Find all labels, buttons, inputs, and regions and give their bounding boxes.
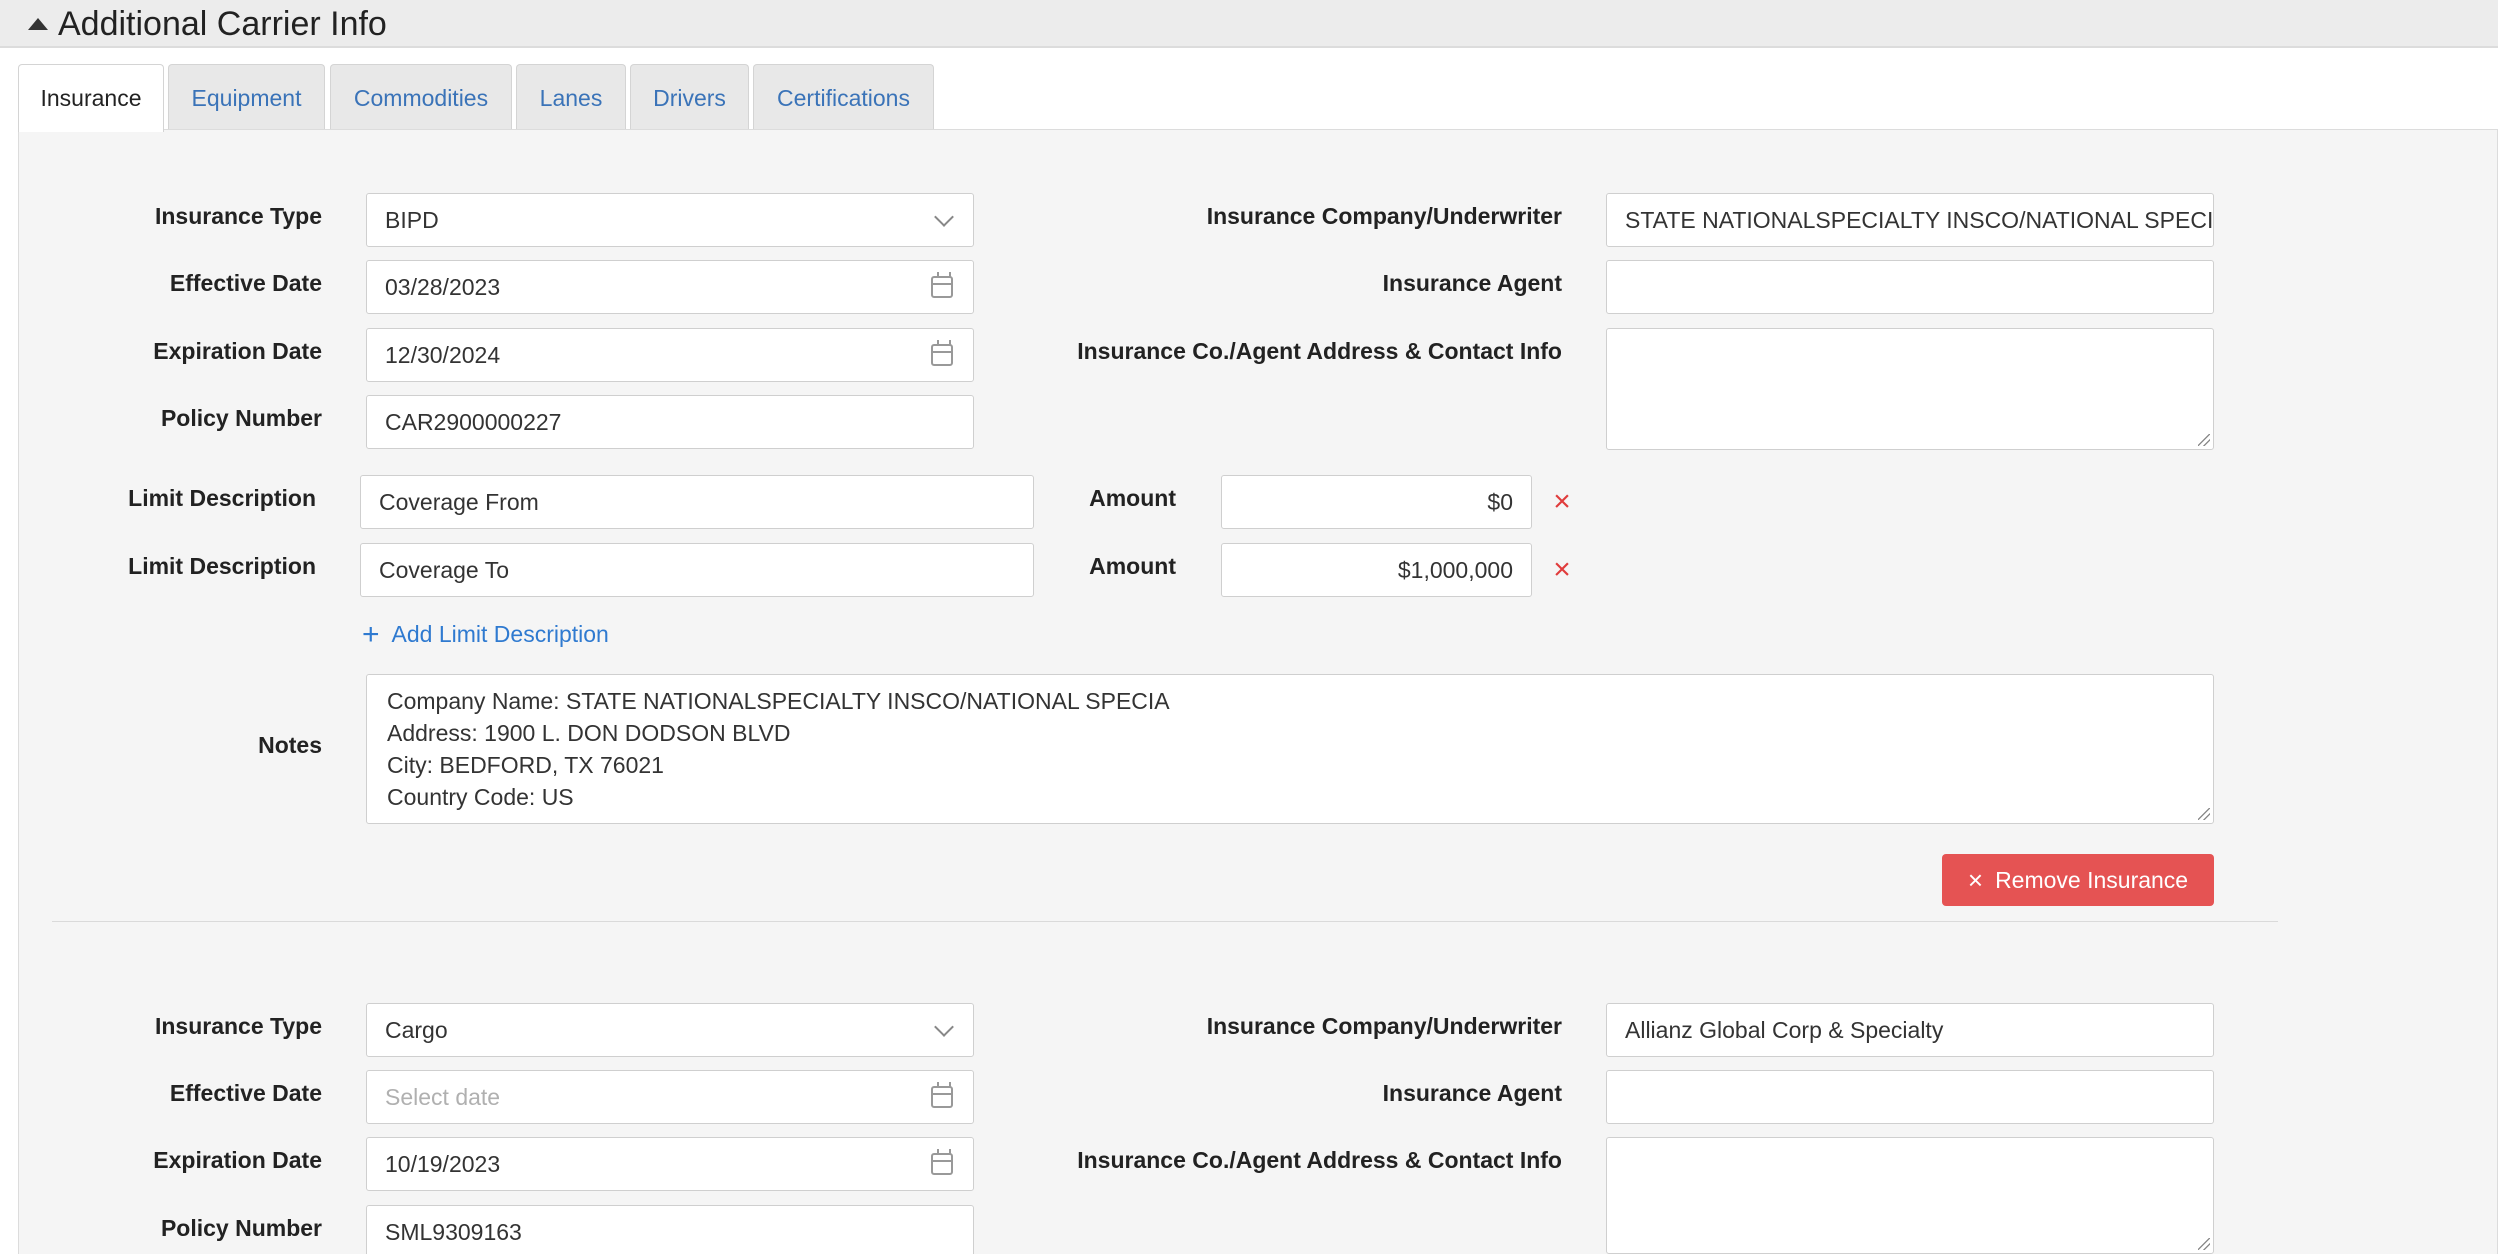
address-label: Insurance Co./Agent Address & Contact In… (1077, 338, 1562, 364)
address-textarea[interactable] (1606, 1137, 2214, 1254)
notes-label: Notes (258, 732, 322, 758)
tab-equipment[interactable]: Equipment (168, 64, 325, 130)
amount-input[interactable]: $0 (1221, 475, 1532, 529)
close-icon: × (1967, 865, 1984, 895)
limit-description-input[interactable]: Coverage From (360, 475, 1034, 529)
agent-label: Insurance Agent (1382, 1080, 1562, 1106)
remove-limit-icon[interactable]: × (1550, 555, 1574, 585)
company-label: Insurance Company/Underwriter (1206, 1013, 1562, 1039)
expiration-date-label: Expiration Date (153, 338, 322, 364)
tab-lanes[interactable]: Lanes (516, 64, 626, 130)
section-title: Additional Carrier Info (58, 5, 387, 43)
effective-date-input[interactable]: Select date (366, 1070, 974, 1124)
expiration-date-value: 10/19/2023 (385, 1151, 501, 1177)
plus-icon: + (362, 618, 380, 651)
address-textarea[interactable] (1606, 328, 2214, 450)
effective-date-placeholder: Select date (385, 1084, 501, 1110)
insurance-type-select[interactable]: Cargo (366, 1003, 974, 1057)
notes-line: City: BEDFORD, TX 76021 (387, 752, 664, 778)
effective-date-label: Effective Date (169, 270, 322, 296)
effective-date-value: 03/28/2023 (385, 274, 501, 300)
policy-number-input[interactable]: SML9309163 (366, 1205, 974, 1254)
expiration-date-input[interactable]: 10/19/2023 (366, 1137, 974, 1191)
limit-description-label: Limit Description (128, 553, 316, 579)
resize-handle-icon[interactable] (2198, 808, 2210, 820)
expiration-date-input[interactable]: 12/30/2024 (366, 328, 974, 382)
calendar-icon[interactable] (931, 1082, 953, 1108)
resize-handle-icon[interactable] (2198, 1238, 2210, 1250)
notes-line: Country Code: US (387, 784, 574, 810)
insurance-type-label: Insurance Type (154, 203, 322, 229)
limit-description-input[interactable]: Coverage To (360, 543, 1034, 597)
policy-number-label: Policy Number (160, 405, 322, 431)
calendar-icon[interactable] (931, 1149, 953, 1175)
collapse-caret-icon[interactable] (28, 18, 48, 30)
amount-input[interactable]: $1,000,000 (1221, 543, 1532, 597)
policy-number-input[interactable]: CAR2900000227 (366, 395, 974, 449)
company-label: Insurance Company/Underwriter (1206, 203, 1562, 229)
section-header[interactable]: Additional Carrier Info (0, 0, 2498, 48)
expiration-date-value: 12/30/2024 (385, 342, 501, 368)
address-label: Insurance Co./Agent Address & Contact In… (1077, 1147, 1562, 1173)
limit-description-label: Limit Description (128, 485, 316, 511)
notes-textarea[interactable]: Company Name: STATE NATIONALSPECIALTY IN… (366, 674, 2214, 824)
policy-number-label: Policy Number (160, 1215, 322, 1241)
insurance-type-value: Cargo (385, 1017, 448, 1043)
tab-commodities[interactable]: Commodities (330, 64, 512, 130)
expiration-date-label: Expiration Date (153, 1147, 322, 1173)
agent-input[interactable] (1606, 260, 2214, 314)
effective-date-input[interactable]: 03/28/2023 (366, 260, 974, 314)
company-input[interactable]: Allianz Global Corp & Specialty (1606, 1003, 2214, 1057)
tab-drivers[interactable]: Drivers (630, 64, 749, 130)
remove-insurance-label: Remove Insurance (1995, 867, 2189, 893)
insurance-type-label: Insurance Type (154, 1013, 322, 1039)
add-limit-label: Add Limit Description (391, 621, 609, 647)
effective-date-label: Effective Date (169, 1080, 322, 1106)
agent-input[interactable] (1606, 1070, 2214, 1124)
calendar-icon[interactable] (931, 272, 953, 298)
agent-label: Insurance Agent (1382, 270, 1562, 296)
tab-insurance[interactable]: Insurance (18, 64, 164, 132)
section-divider (52, 921, 2278, 922)
add-limit-description-link[interactable]: + Add Limit Description (362, 619, 609, 650)
notes-line: Company Name: STATE NATIONALSPECIALTY IN… (387, 688, 1170, 714)
remove-insurance-button[interactable]: × Remove Insurance (1942, 854, 2214, 906)
remove-limit-icon[interactable]: × (1550, 487, 1574, 517)
chevron-down-icon (934, 1017, 954, 1037)
amount-label: Amount (1089, 553, 1176, 579)
notes-line: Address: 1900 L. DON DODSON BLVD (387, 720, 791, 746)
tab-certifications[interactable]: Certifications (753, 64, 934, 130)
amount-label: Amount (1089, 485, 1176, 511)
calendar-icon[interactable] (931, 340, 953, 366)
insurance-type-value: BIPD (385, 207, 439, 233)
resize-handle-icon[interactable] (2198, 434, 2210, 446)
company-input[interactable]: STATE NATIONALSPECIALTY INSCO/NATIONAL S… (1606, 193, 2214, 247)
chevron-down-icon (934, 207, 954, 227)
insurance-type-select[interactable]: BIPD (366, 193, 974, 247)
